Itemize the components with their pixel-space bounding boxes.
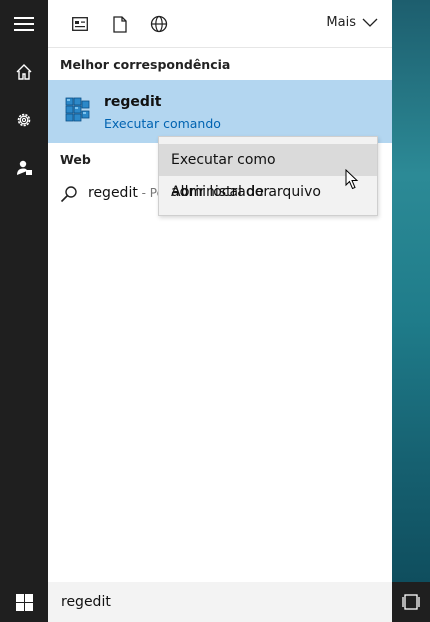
task-view-button[interactable]: [392, 582, 430, 622]
windows-logo-icon: [15, 593, 33, 611]
search-input[interactable]: [48, 582, 392, 622]
search-icon: [60, 186, 77, 203]
web-suggestion-query: regedit: [88, 185, 138, 201]
documents-filter-icon: [113, 15, 127, 33]
best-match-heading: Melhor correspondência: [60, 57, 231, 72]
more-label: Mais: [326, 15, 356, 30]
desktop-background: [392, 0, 430, 582]
filter-bar: Mais: [48, 0, 392, 48]
taskbar: [0, 582, 430, 622]
feedback-button[interactable]: [0, 144, 48, 192]
gear-icon: [17, 113, 31, 127]
web-filter-icon: [150, 15, 168, 33]
menu-icon: [14, 17, 34, 31]
search-results-panel: Mais Melhor correspondência regedit Exec…: [48, 0, 392, 582]
web-heading: Web: [60, 152, 91, 167]
best-match-title: regedit: [104, 94, 162, 110]
best-match-subtitle: Executar comando: [104, 116, 221, 131]
documents-filter-button[interactable]: [108, 12, 132, 36]
web-filter-button[interactable]: [147, 12, 171, 36]
apps-filter-button[interactable]: [68, 12, 92, 36]
apps-filter-icon: [72, 17, 88, 31]
start-sidebar: [0, 0, 48, 582]
taskbar-search-box: [48, 582, 392, 622]
settings-button[interactable]: [0, 96, 48, 144]
best-match-result[interactable]: regedit Executar comando: [48, 80, 392, 143]
regedit-app-icon: [65, 97, 90, 122]
person-icon: [17, 160, 32, 175]
hamburger-menu-button[interactable]: [0, 0, 48, 48]
start-button[interactable]: [0, 582, 48, 622]
more-filters-button[interactable]: Mais: [326, 15, 378, 30]
home-button[interactable]: [0, 48, 48, 96]
chevron-down-icon: [362, 18, 378, 27]
task-view-icon: [402, 594, 420, 610]
home-icon: [16, 64, 32, 80]
mouse-cursor-icon: [345, 169, 359, 190]
